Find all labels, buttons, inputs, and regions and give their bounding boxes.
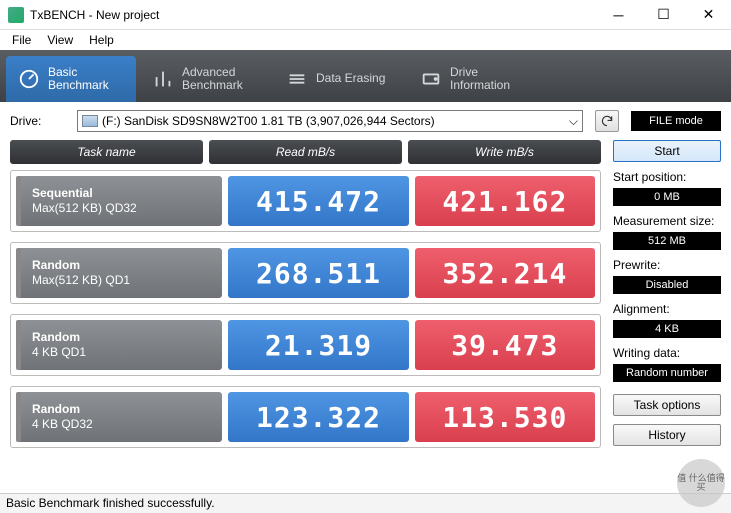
tab-bar: BasicBenchmark AdvancedBenchmark Data Er… [0,50,731,102]
tab-data-erasing[interactable]: Data Erasing [274,56,404,102]
bench-row: SequentialMax(512 KB) QD32 415.472 421.1… [10,170,601,232]
tab-drive-information[interactable]: DriveInformation [408,56,538,102]
watermark: 值 什么值得买 [677,459,725,507]
close-button[interactable]: ✕ [686,0,731,29]
maximize-button[interactable]: ☐ [641,0,686,29]
gauge-icon [18,68,40,90]
read-value: 123.322 [228,392,408,442]
measurement-size-label: Measurement size: [613,214,721,228]
alignment-value[interactable]: 4 KB [613,320,721,338]
write-value: 352.214 [415,248,595,298]
minimize-button[interactable]: ─ [596,0,641,29]
write-value: 421.162 [415,176,595,226]
prewrite-value[interactable]: Disabled [613,276,721,294]
drive-icon [420,68,442,90]
header-read: Read mB/s [209,140,402,164]
menu-help[interactable]: Help [83,32,120,48]
write-value: 113.530 [415,392,595,442]
chevron-down-icon: ⌵ [569,114,578,129]
start-position-value[interactable]: 0 MB [613,188,721,206]
writing-data-value[interactable]: Random number [613,364,721,382]
task-name-cell: SequentialMax(512 KB) QD32 [16,176,222,226]
bench-row: Random4 KB QD1 21.319 39.473 [10,314,601,376]
window-title: TxBENCH - New project [30,8,596,22]
drive-selected-text: (F:) SanDisk SD9SN8W2T00 1.81 TB (3,907,… [102,114,435,128]
read-value: 21.319 [228,320,408,370]
header-task: Task name [10,140,203,164]
benchmark-results: Task name Read mB/s Write mB/s Sequentia… [10,140,601,458]
write-value: 39.473 [415,320,595,370]
drive-select[interactable]: (F:) SanDisk SD9SN8W2T00 1.81 TB (3,907,… [77,110,583,132]
start-button[interactable]: Start [613,140,721,162]
tab-advanced-benchmark[interactable]: AdvancedBenchmark [140,56,270,102]
task-name-cell: Random4 KB QD1 [16,320,222,370]
task-name-cell: RandomMax(512 KB) QD1 [16,248,222,298]
side-panel: Start Start position: 0 MB Measurement s… [613,140,721,458]
menu-file[interactable]: File [6,32,37,48]
read-value: 415.472 [228,176,408,226]
tab-basic-benchmark[interactable]: BasicBenchmark [6,56,136,102]
bench-row: Random4 KB QD32 123.322 113.530 [10,386,601,448]
prewrite-label: Prewrite: [613,258,721,272]
menu-view[interactable]: View [41,32,79,48]
alignment-label: Alignment: [613,302,721,316]
header-write: Write mB/s [408,140,601,164]
drive-label: Drive: [10,114,65,128]
file-mode-indicator: FILE mode [631,111,721,131]
task-options-button[interactable]: Task options [613,394,721,416]
history-button[interactable]: History [613,424,721,446]
drive-device-icon [82,115,98,127]
writing-data-label: Writing data: [613,346,721,360]
bench-row: RandomMax(512 KB) QD1 268.511 352.214 [10,242,601,304]
app-icon [8,7,24,23]
bars-icon [152,68,174,90]
menu-bar: File View Help [0,30,731,50]
erase-icon [286,68,308,90]
status-bar: Basic Benchmark finished successfully. [0,493,731,513]
refresh-button[interactable] [595,110,619,132]
title-bar: TxBENCH - New project ─ ☐ ✕ [0,0,731,30]
start-position-label: Start position: [613,170,721,184]
refresh-icon [600,114,614,128]
read-value: 268.511 [228,248,408,298]
task-name-cell: Random4 KB QD32 [16,392,222,442]
measurement-size-value[interactable]: 512 MB [613,232,721,250]
